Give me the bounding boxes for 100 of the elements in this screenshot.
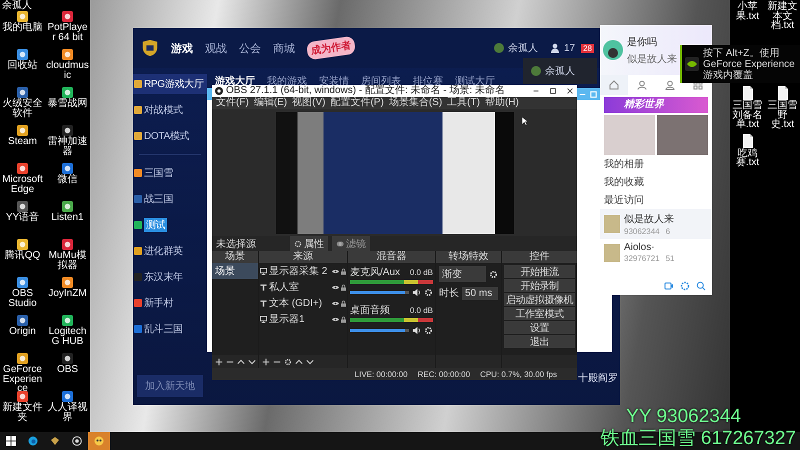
- control-button[interactable]: 开始录制: [504, 279, 575, 292]
- desktop-shortcut[interactable]: MuMu模拟器: [45, 239, 90, 277]
- desktop-shortcut[interactable]: 三国雪野史.txt: [765, 86, 800, 130]
- desktop-shortcut[interactable]: Listen1: [45, 201, 90, 239]
- nav-tab[interactable]: 商城: [273, 40, 295, 56]
- desktop-shortcut[interactable]: 新建文件夹: [0, 391, 45, 429]
- search-icon[interactable]: [696, 281, 706, 291]
- speaker-icon[interactable]: [412, 288, 421, 297]
- maximize-icon[interactable]: [549, 87, 557, 95]
- sidebar-item[interactable]: 三国雪: [133, 163, 207, 183]
- transition-dropdown[interactable]: 渐变: [439, 266, 486, 282]
- sidebar-item[interactable]: 进化群英: [133, 241, 207, 261]
- lock-icon[interactable]: [341, 268, 346, 274]
- video-icon[interactable]: [664, 281, 674, 291]
- sidebar-item[interactable]: 东汉末年: [133, 267, 207, 287]
- nav-tab[interactable]: 游戏: [171, 40, 193, 56]
- chevron-down-icon[interactable]: [306, 358, 314, 366]
- contact-name[interactable]: 似是故人来: [624, 212, 674, 226]
- contact-thumbnail: [604, 244, 620, 262]
- contact-name[interactable]: Aiolos·: [624, 242, 674, 253]
- desktop-shortcut[interactable]: Origin: [0, 315, 45, 353]
- desktop-shortcut[interactable]: PotPlayer 64 bit: [45, 11, 90, 49]
- source-item[interactable]: 显示器1: [269, 312, 330, 326]
- eye-icon[interactable]: [332, 316, 339, 322]
- control-button[interactable]: 开始推流: [504, 265, 575, 278]
- menu-link[interactable]: 最近访问: [600, 191, 712, 209]
- desktop-shortcut[interactable]: Logitech G HUB: [45, 315, 90, 353]
- menu-item[interactable]: 视图(V): [292, 97, 326, 109]
- account-menu[interactable]: 余孤人: [523, 58, 597, 84]
- source-item[interactable]: 私人室: [269, 280, 330, 294]
- sidebar-item[interactable]: 战三国: [133, 189, 207, 209]
- speaker-icon[interactable]: [412, 326, 421, 335]
- control-button[interactable]: 设置: [504, 321, 575, 334]
- desktop-shortcut[interactable]: 微信: [45, 163, 90, 201]
- desktop-shortcut[interactable]: 回收站: [0, 49, 45, 87]
- notification-badge[interactable]: 28: [581, 44, 594, 52]
- add-icon[interactable]: [215, 358, 223, 366]
- desktop-shortcut[interactable]: 人人译视界: [45, 391, 90, 429]
- sidebar-item[interactable]: 新手村: [133, 293, 207, 313]
- control-button[interactable]: 启动虚拟摄像机: [504, 293, 575, 306]
- desktop-shortcut[interactable]: 雷神加速器: [45, 125, 90, 163]
- source-item[interactable]: 显示器采集 2: [269, 264, 330, 278]
- chevron-down-icon[interactable]: [248, 358, 256, 366]
- properties-button[interactable]: 属性: [290, 236, 328, 252]
- friends-icon[interactable]: [550, 43, 560, 53]
- app-icon: [62, 125, 73, 136]
- desktop-shortcut[interactable]: YY语音: [0, 201, 45, 239]
- lock-icon[interactable]: [341, 316, 346, 322]
- dock-title: 控件: [502, 251, 577, 263]
- lock-icon[interactable]: [341, 284, 346, 290]
- game-list-item[interactable]: 十殿阎罗: [578, 371, 618, 385]
- eye-icon[interactable]: [332, 300, 339, 306]
- promo-banner[interactable]: 精彩世界: [604, 97, 708, 113]
- menu-item[interactable]: 编辑(E): [254, 97, 288, 109]
- menu-link[interactable]: 我的收藏: [600, 173, 712, 191]
- sidebar-item[interactable]: 乱斗三国: [133, 319, 207, 339]
- lock-icon[interactable]: [341, 300, 346, 306]
- chevron-up-icon[interactable]: [295, 358, 303, 366]
- desktop-shortcut[interactable]: JoyInZM: [45, 277, 90, 315]
- scene-item[interactable]: 场景: [212, 263, 258, 279]
- desktop-shortcut[interactable]: 吃鸡赛.txt: [730, 134, 765, 168]
- desktop-shortcut[interactable]: GeForce Experience: [0, 353, 45, 391]
- app-icon: [62, 163, 73, 174]
- desktop-shortcut[interactable]: 新建文本文档.txt: [765, 2, 800, 31]
- username[interactable]: 余孤人: [508, 41, 538, 55]
- channel-name: 麦克风/Aux: [350, 266, 400, 279]
- desktop-shortcut[interactable]: 小苹果.txt: [730, 2, 765, 31]
- menu-item[interactable]: 帮助(H): [484, 97, 519, 109]
- desktop-shortcut[interactable]: OBS Studio: [0, 277, 45, 315]
- desktop-shortcut[interactable]: 三国雪刘备名单.txt: [730, 86, 765, 130]
- join-button[interactable]: 加入新天地: [137, 375, 203, 397]
- desktop-shortcut[interactable]: cloudmusic: [45, 49, 90, 87]
- menu-link[interactable]: 我的相册: [600, 155, 712, 173]
- duration-field[interactable]: 50 ms: [462, 286, 498, 300]
- sidebar-item[interactable]: 对战模式: [133, 100, 207, 120]
- desktop-shortcut[interactable]: 暴雪战网: [45, 87, 90, 125]
- sidebar-item[interactable]: DOTA模式: [133, 126, 207, 146]
- filters-button[interactable]: 滤镜: [332, 236, 370, 252]
- settings-icon[interactable]: [284, 358, 292, 366]
- menu-item[interactable]: 场景集合(S): [388, 97, 442, 109]
- nav-tab[interactable]: 观战: [205, 40, 227, 56]
- eye-icon[interactable]: [332, 268, 339, 274]
- menu-item[interactable]: 文件(F): [216, 97, 249, 109]
- desktop-shortcut[interactable]: 火绒安全软件: [0, 87, 45, 125]
- close-icon[interactable]: [566, 87, 574, 95]
- chevron-up-icon[interactable]: [237, 358, 245, 366]
- eye-icon[interactable]: [332, 284, 339, 290]
- nav-tab[interactable]: 公会: [239, 40, 261, 56]
- add-icon[interactable]: [262, 358, 270, 366]
- desktop-shortcut[interactable]: Microsoft Edge: [0, 163, 45, 201]
- menu-item[interactable]: 工具(T): [447, 97, 480, 109]
- control-button[interactable]: 工作室模式: [504, 307, 575, 320]
- sidebar-item[interactable]: RPG游戏大厅: [133, 74, 207, 94]
- desktop-shortcut[interactable]: 腾讯QQ: [0, 239, 45, 277]
- desktop-shortcut[interactable]: Steam: [0, 125, 45, 163]
- source-item[interactable]: 文本 (GDI+): [269, 296, 330, 310]
- control-button[interactable]: 退出: [504, 335, 575, 348]
- menu-item[interactable]: 配置文件(P): [330, 97, 384, 109]
- desktop-shortcut[interactable]: OBS: [45, 353, 90, 391]
- desktop-shortcut[interactable]: 我的电脑: [0, 11, 45, 49]
